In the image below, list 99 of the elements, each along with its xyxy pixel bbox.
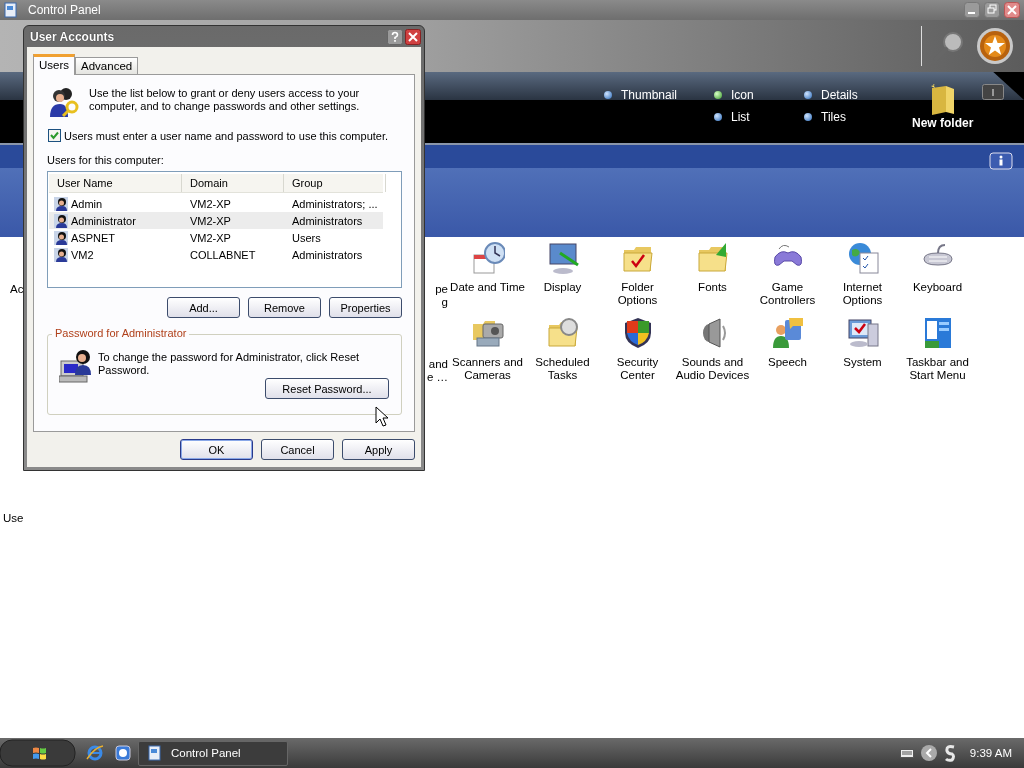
- table-cell: Admin: [71, 197, 103, 210]
- list-row[interactable]: ASPNET VM2-XP Users: [49, 229, 383, 246]
- monitor-icon: [845, 316, 880, 350]
- list-button[interactable]: Add...: [167, 297, 240, 318]
- list-button[interactable]: Remove: [248, 297, 321, 318]
- item-label[interactable]: pe g: [435, 283, 448, 309]
- dialog-button[interactable]: Apply: [342, 439, 415, 460]
- dialog-button[interactable]: Cancel: [261, 439, 334, 460]
- column-header[interactable]: User Name: [49, 174, 182, 192]
- checkbox-label[interactable]: Users must enter a user name and password to use this computer.: [64, 129, 389, 142]
- table-cell: COLLABNET: [190, 248, 256, 261]
- column-header[interactable]: Group: [284, 174, 386, 192]
- control-panel-item[interactable]: Scheduled Tasks: [525, 316, 600, 391]
- table-cell: VM2: [71, 248, 94, 261]
- close-button[interactable]: [405, 28, 421, 45]
- control-panel-item[interactable]: Sounds and Audio Devices: [675, 316, 750, 391]
- minimize-button[interactable]: [964, 2, 980, 18]
- control-panel-icon: [3, 2, 19, 18]
- view-label[interactable]: Thumbnail: [621, 88, 678, 102]
- browser-icon[interactable]: [86, 744, 104, 762]
- control-panel-icon: [147, 745, 163, 761]
- list-row[interactable]: VM2 COLLABNET Administrators: [49, 246, 383, 263]
- close-button[interactable]: [1004, 2, 1020, 18]
- radio-dot[interactable]: [604, 91, 612, 99]
- folder-icon: [695, 241, 730, 275]
- info-button[interactable]: [982, 84, 1004, 100]
- table-cell: Administrators; ...: [292, 197, 378, 210]
- start-button[interactable]: [0, 739, 76, 767]
- computer-person-icon: [59, 349, 93, 383]
- control-panel-item[interactable]: Game Controllers: [750, 241, 825, 316]
- view-label[interactable]: Details: [821, 88, 858, 102]
- user-icon: [53, 246, 69, 263]
- person-icon: [770, 316, 805, 350]
- media-icon[interactable]: [114, 744, 132, 762]
- taskbar-button[interactable]: Control Panel: [138, 740, 288, 766]
- item-label[interactable]: and e …: [426, 358, 448, 384]
- item-label[interactable]: Use: [3, 512, 24, 525]
- checkbox[interactable]: [48, 129, 61, 142]
- people-key-icon: [47, 85, 81, 119]
- view-label[interactable]: List: [731, 110, 750, 124]
- table-cell: Users: [292, 231, 321, 244]
- table-cell: ASPNET: [71, 231, 115, 244]
- control-panel-item[interactable]: Security Center: [600, 316, 675, 391]
- control-panel-item[interactable]: Folder Options: [600, 241, 675, 316]
- view-label[interactable]: Icon: [731, 88, 754, 102]
- restore-button[interactable]: [984, 2, 1000, 18]
- list-row[interactable]: Administrator VM2-XP Administrators: [49, 212, 383, 229]
- keyboard-icon[interactable]: [899, 747, 914, 759]
- view-option[interactable]: Icon: [714, 88, 804, 102]
- user-icon: [53, 195, 69, 212]
- radio-dot[interactable]: [804, 91, 812, 99]
- checkmark-icon: [50, 131, 59, 140]
- control-panel-item[interactable]: Speech: [750, 316, 825, 391]
- dialog-title: User Accounts: [30, 29, 115, 44]
- table-cell: Administrators: [292, 214, 363, 227]
- folder-clock-icon: [545, 316, 580, 350]
- control-panel-item[interactable]: Display: [525, 241, 600, 316]
- table-cell: VM2-XP: [190, 231, 231, 244]
- radio-dot[interactable]: [714, 91, 722, 99]
- mouse-cursor-icon: [375, 406, 389, 428]
- table-cell: Administrators: [292, 248, 363, 261]
- item-label[interactable]: Ac: [10, 283, 24, 296]
- control-panel-item[interactable]: Taskbar and Start Menu: [900, 316, 975, 391]
- s-shape-icon[interactable]: [943, 744, 956, 762]
- reset-password-button[interactable]: Reset Password...: [265, 378, 389, 399]
- control-panel-item[interactable]: Keyboard: [900, 241, 975, 316]
- user-icon: [53, 229, 69, 246]
- window-title: Control Panel: [28, 3, 101, 17]
- clock: 9:39 AM: [969, 747, 1012, 759]
- view-option[interactable]: Details: [804, 88, 904, 102]
- table-cell: VM2-XP: [190, 197, 231, 210]
- new-folder-button[interactable]: New folder: [912, 82, 974, 130]
- control-panel-item[interactable]: Date and Time: [450, 241, 525, 316]
- column-header[interactable]: Domain: [182, 174, 284, 192]
- help-button[interactable]: [387, 28, 403, 45]
- control-panel-item[interactable]: Internet Options: [825, 241, 900, 316]
- tab[interactable]: Advanced: [75, 57, 139, 74]
- password-instruction: To change the password for Administrator, click Reset Password.: [98, 351, 361, 377]
- view-option[interactable]: Tiles: [804, 110, 904, 124]
- list-button[interactable]: Properties: [329, 297, 402, 318]
- instruction-text: Use the list below to grant or deny users access to your computer, and to change passwords and other settings.: [89, 87, 361, 113]
- radio-dot[interactable]: [804, 113, 812, 121]
- view-option[interactable]: Thumbnail: [604, 88, 714, 102]
- group-title: Password for Administrator: [52, 327, 190, 339]
- list-row[interactable]: Admin VM2-XP Administrators; ...: [49, 195, 383, 212]
- tab[interactable]: Users: [33, 54, 76, 75]
- control-panel-item[interactable]: Scanners and Cameras: [450, 316, 525, 391]
- control-panel-item[interactable]: System: [825, 316, 900, 391]
- list-label: Users for this computer:: [47, 154, 165, 166]
- view-option[interactable]: List: [714, 110, 804, 124]
- control-panel-item[interactable]: Fonts: [675, 241, 750, 316]
- clock-calendar-icon: [470, 241, 505, 275]
- table-cell: VM2-XP: [190, 214, 231, 227]
- table-cell: Administrator: [71, 214, 136, 227]
- view-label[interactable]: Tiles: [821, 110, 846, 124]
- dialog-button[interactable]: OK: [180, 439, 253, 460]
- radio-dot[interactable]: [714, 113, 722, 121]
- user-icon: [53, 212, 69, 229]
- star-button[interactable]: [976, 27, 1014, 65]
